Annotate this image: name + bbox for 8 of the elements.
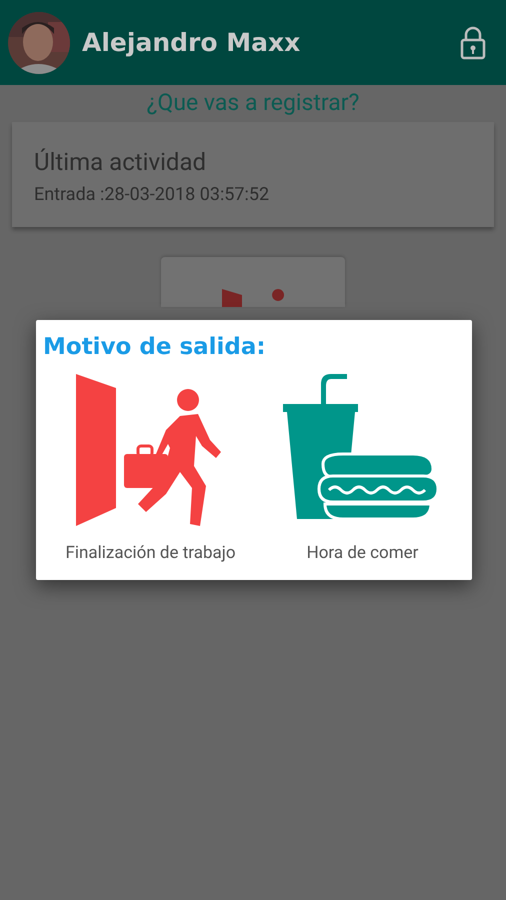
exit-reason-option[interactable]: Hora de comer	[282, 374, 443, 563]
entry-time: Entrada :28-03-2018 03:57:52	[34, 184, 270, 205]
dialog-title: Motivo de salida:	[43, 334, 267, 360]
exit-reason-option[interactable]: Finalización de trabajo	[65, 374, 236, 563]
card-title: Última actividad	[34, 148, 208, 176]
lock-icon[interactable]	[460, 26, 486, 60]
user-name: Alejandro Maxx	[82, 28, 302, 57]
prompt-title: ¿Que vas a registrar?	[146, 89, 360, 116]
